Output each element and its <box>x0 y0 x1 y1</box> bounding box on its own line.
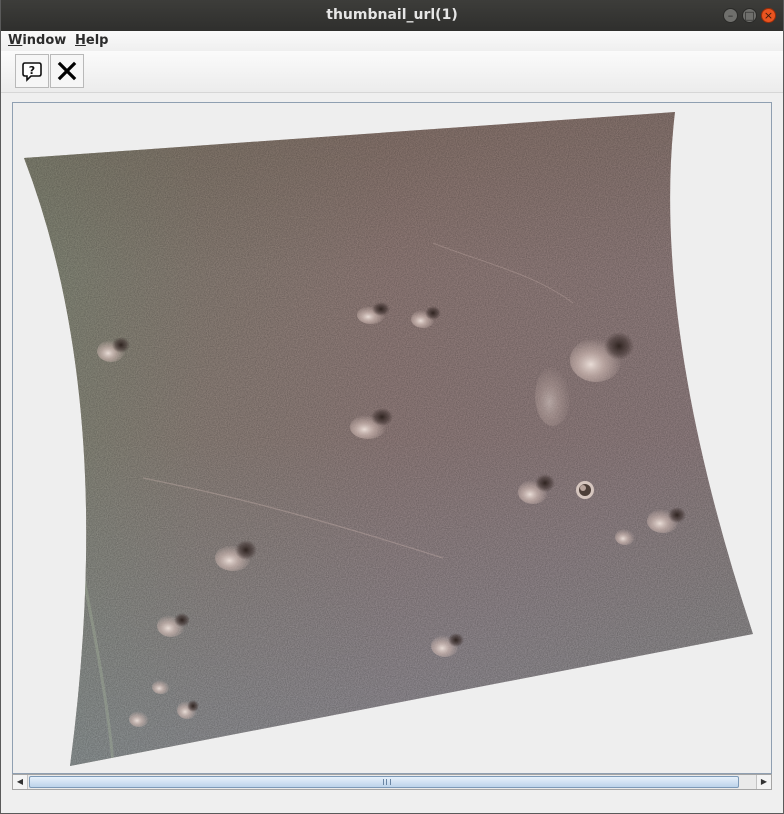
horizontal-scrollbar[interactable]: ◀ ▶ <box>12 774 772 790</box>
menu-window[interactable]: Window <box>8 33 66 48</box>
close-window-button[interactable]: × <box>761 8 776 23</box>
maximize-icon: □ <box>744 9 755 22</box>
window-title: thumbnail_url(1) <box>326 7 458 23</box>
minimize-button[interactable]: – <box>723 8 738 23</box>
arrow-right-icon: ▶ <box>760 777 768 786</box>
surface-image <box>24 112 753 766</box>
minimize-icon: – <box>727 9 734 22</box>
close-icon: × <box>763 9 774 22</box>
arrow-left-icon: ◀ <box>16 777 24 786</box>
help-button[interactable]: ? <box>15 54 49 88</box>
menu-help[interactable]: Help <box>75 33 108 48</box>
title-bar[interactable]: thumbnail_url(1) – □ × <box>1 0 783 31</box>
svg-text:?: ? <box>29 64 35 77</box>
crater-7 <box>576 481 594 499</box>
maximize-button[interactable]: □ <box>742 8 757 23</box>
close-icon <box>57 61 77 81</box>
scroll-left-button[interactable]: ◀ <box>13 775 28 789</box>
scrollbar-grip-icon <box>383 779 391 785</box>
menu-window-label: indow <box>22 33 67 48</box>
menu-help-label: elp <box>85 33 109 48</box>
menu-window-mnemonic: W <box>8 33 23 48</box>
scroll-right-button[interactable]: ▶ <box>756 775 771 789</box>
app-window: thumbnail_url(1) – □ × Window Help ? ◀ ▶ <box>0 0 784 814</box>
close-view-button[interactable] <box>50 54 84 88</box>
menu-help-mnemonic: H <box>75 33 86 48</box>
menu-bar: Window Help <box>1 31 783 51</box>
surface-photo-content <box>24 112 753 766</box>
help-icon: ? <box>22 62 42 82</box>
image-viewport[interactable] <box>12 102 772 774</box>
toolbar: ? <box>1 51 783 93</box>
scrollbar-thumb[interactable] <box>29 776 739 788</box>
